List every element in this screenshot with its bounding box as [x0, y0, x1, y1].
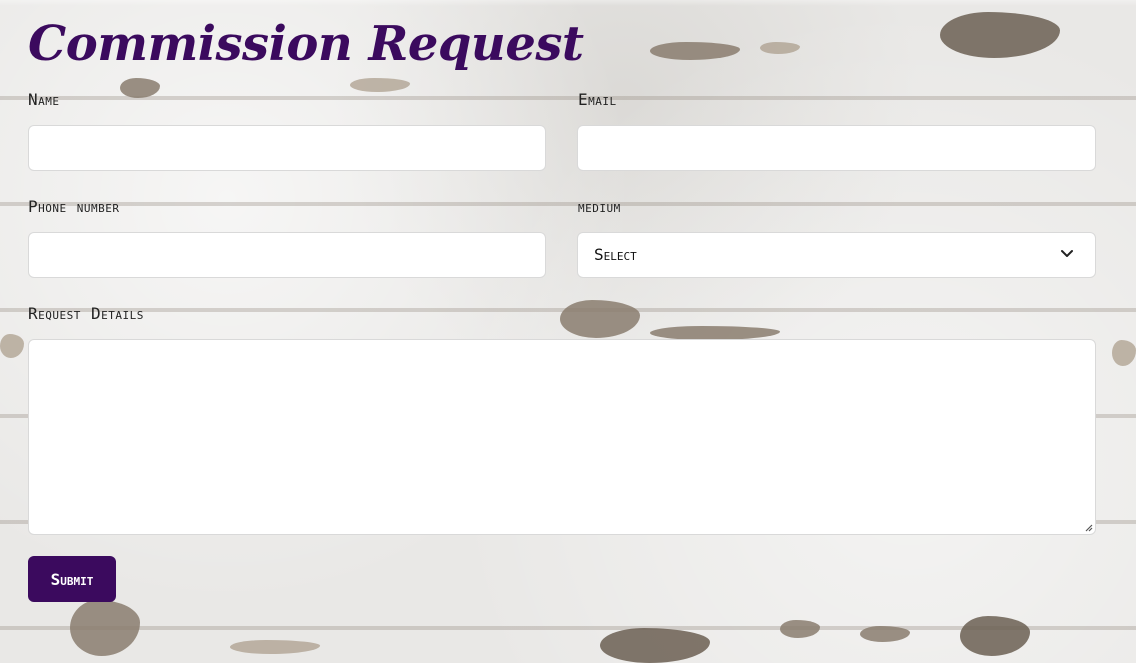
- name-input[interactable]: [28, 125, 546, 171]
- name-label: Name: [28, 90, 60, 109]
- submit-button[interactable]: Submit: [28, 556, 116, 602]
- medium-select[interactable]: Select: [577, 232, 1096, 278]
- details-label: Request Details: [28, 304, 144, 323]
- resize-handle-icon[interactable]: [1083, 522, 1093, 532]
- page-title: Commission Request: [28, 16, 584, 72]
- details-textarea[interactable]: [28, 339, 1096, 535]
- medium-selected-value: Select: [594, 245, 637, 264]
- email-input[interactable]: [577, 125, 1096, 171]
- medium-label: medium: [578, 197, 621, 216]
- chevron-down-icon: [1061, 250, 1073, 257]
- phone-input[interactable]: [28, 232, 546, 278]
- phone-label: Phone number: [28, 197, 120, 216]
- email-label: Email: [578, 90, 617, 109]
